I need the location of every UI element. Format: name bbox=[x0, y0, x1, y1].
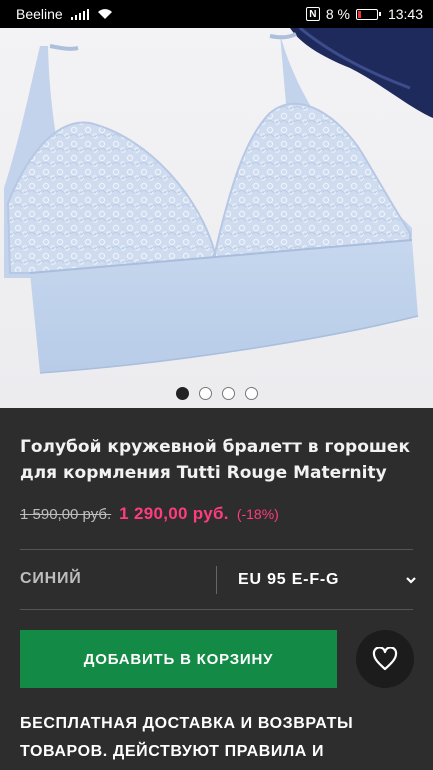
wifi-icon bbox=[98, 9, 113, 19]
favorite-button[interactable] bbox=[356, 630, 414, 688]
nfc-icon: N bbox=[305, 7, 320, 21]
shipping-notice: БЕСПЛАТНАЯ ДОСТАВКА И ВОЗВРАТЫ ТОВАРОВ. … bbox=[20, 715, 354, 760]
discount-badge: (-18%) bbox=[236, 506, 279, 522]
product-info-panel: Голубой кружевной бралетт в горошек для … bbox=[0, 408, 433, 770]
gallery-pagination bbox=[0, 387, 433, 400]
divider-top bbox=[20, 549, 413, 550]
size-select[interactable]: EU 95 E-F-G bbox=[238, 564, 416, 596]
color-value: СИНИЙ bbox=[20, 570, 82, 587]
sale-price: 1 290,00 руб. bbox=[119, 504, 229, 523]
chevron-down-icon bbox=[406, 577, 416, 584]
gallery-dot-1[interactable] bbox=[175, 387, 189, 400]
product-image-gallery[interactable] bbox=[0, 28, 433, 408]
product-title: Голубой кружевной бралетт в горошек для … bbox=[20, 437, 410, 483]
carrier-name: Beeline bbox=[16, 6, 63, 22]
gallery-dot-3[interactable] bbox=[221, 387, 235, 400]
heart-icon bbox=[372, 647, 398, 671]
price-row: 1 590,00 руб. 1 290,00 руб. (-18%) bbox=[20, 504, 279, 524]
option-separator bbox=[216, 566, 217, 594]
status-bar: Beeline N 8 % 13:43 bbox=[0, 0, 433, 28]
add-to-cart-button[interactable]: ДОБАВИТЬ В КОРЗИНУ bbox=[20, 630, 337, 688]
size-value: EU 95 E-F-G bbox=[238, 571, 340, 588]
battery-icon bbox=[355, 8, 381, 20]
gallery-dot-4[interactable] bbox=[244, 387, 258, 400]
old-price: 1 590,00 руб. bbox=[20, 506, 112, 523]
gallery-dot-2[interactable] bbox=[198, 387, 212, 400]
product-image[interactable] bbox=[0, 28, 433, 408]
divider-bottom bbox=[20, 609, 413, 610]
signal-icon bbox=[70, 8, 90, 20]
battery-percent: 8 % bbox=[325, 6, 350, 22]
clock: 13:43 bbox=[387, 6, 423, 22]
